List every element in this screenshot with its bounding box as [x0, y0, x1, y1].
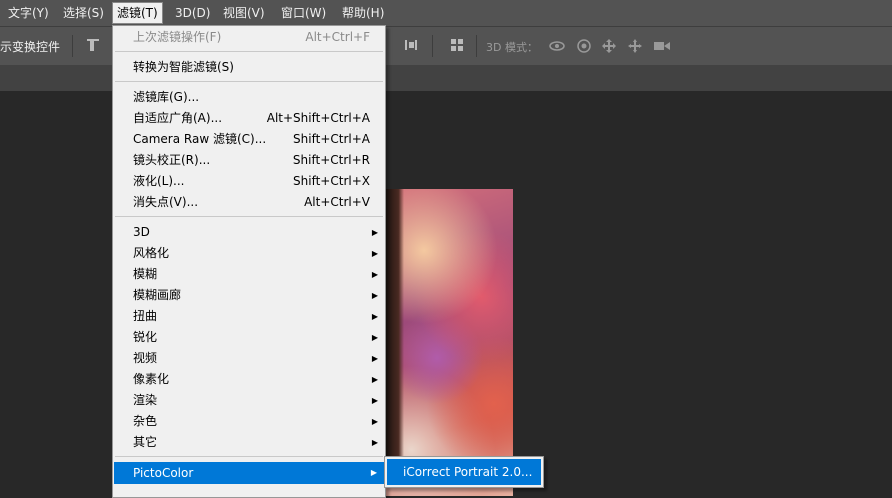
submenu-item-video[interactable]: 视频 ▶: [113, 348, 385, 369]
menu-item-shortcut: Alt+Ctrl+V: [304, 195, 370, 209]
pan-3d-icon[interactable]: [600, 37, 618, 55]
menu-item-last-filter[interactable]: 上次滤镜操作(F) Alt+Ctrl+F: [113, 27, 385, 48]
menu-item-label: 镜头校正(R)...: [133, 153, 211, 167]
submenu-item-stylize[interactable]: 风格化 ▶: [113, 243, 385, 264]
show-transform-controls-label[interactable]: 示变换控件: [0, 38, 60, 55]
submenu-item-3d[interactable]: 3D ▶: [113, 222, 385, 243]
menu-item-shortcut: Shift+Ctrl+X: [293, 174, 370, 188]
submenu-item-other[interactable]: 其它 ▶: [113, 432, 385, 453]
slide-3d-icon[interactable]: [626, 37, 644, 55]
menu-item-label: 视频: [133, 351, 158, 365]
menu-item-label: 3D: [133, 225, 150, 239]
menu-item-icorrect-portrait[interactable]: iCorrect Portrait 2.0...: [387, 459, 541, 485]
menu-bar: 文字(Y) 选择(S) 滤镜(T) 3D(D) 视图(V) 窗口(W) 帮助(H…: [0, 0, 892, 26]
submenu-item-pictocolor[interactable]: PictoColor ▶: [114, 462, 384, 484]
menu-item-label: 像素化: [133, 372, 170, 386]
menu-item-shortcut: Shift+Ctrl+A: [293, 132, 370, 146]
menu-item-shortcut: Alt+Ctrl+F: [305, 30, 370, 44]
menu-item-label: 消失点(V)...: [133, 195, 199, 209]
submenu-arrow-icon: ▶: [371, 249, 378, 258]
menu-item-label: 上次滤镜操作(F): [133, 30, 222, 44]
submenu-arrow-icon: ▶: [371, 333, 378, 342]
pictocolor-submenu: iCorrect Portrait 2.0...: [384, 456, 544, 488]
menu-item-shortcut: Alt+Shift+Ctrl+A: [266, 111, 370, 125]
menu-item-label: 液化(L)...: [133, 174, 185, 188]
options-divider: [476, 35, 477, 57]
submenu-arrow-icon: ▶: [371, 417, 378, 426]
menu-item-label: 模糊: [133, 267, 158, 281]
submenu-arrow-icon: ▶: [371, 438, 378, 447]
menu-item-label: 自适应广角(A)...: [133, 111, 223, 125]
menu-separator: [115, 81, 383, 82]
submenu-arrow-icon: ▶: [371, 396, 378, 405]
menu-type[interactable]: 文字(Y): [4, 3, 53, 23]
menu-separator: [115, 216, 383, 217]
submenu-arrow-icon: ▶: [371, 228, 378, 237]
submenu-item-noise[interactable]: 杂色 ▶: [113, 411, 385, 432]
auto-align-icon[interactable]: [448, 37, 466, 55]
menu-item-label: 其它: [133, 435, 158, 449]
menu-item-label: 风格化: [133, 246, 170, 260]
menu-item-lens-correction[interactable]: 镜头校正(R)... Shift+Ctrl+R: [113, 150, 385, 171]
menu-item-label: Camera Raw 滤镜(C)...: [133, 132, 267, 146]
menu-item-filter-gallery[interactable]: 滤镜库(G)...: [113, 87, 385, 108]
menu-item-label: 杂色: [133, 414, 158, 428]
menu-item-shortcut: Shift+Ctrl+R: [292, 153, 370, 167]
menu-item-label: 渲染: [133, 393, 158, 407]
submenu-item-render[interactable]: 渲染 ▶: [113, 390, 385, 411]
menu-item-label: 滤镜库(G)...: [133, 90, 200, 104]
menu-item-label: PictoColor: [133, 466, 194, 480]
menu-item-label: 转换为智能滤镜(S): [133, 60, 234, 74]
document-image[interactable]: [386, 189, 513, 496]
menu-view[interactable]: 视图(V): [219, 3, 269, 23]
submenu-item-pixelate[interactable]: 像素化 ▶: [113, 369, 385, 390]
menu-3d[interactable]: 3D(D): [171, 3, 214, 23]
submenu-arrow-icon: ▶: [371, 291, 378, 300]
submenu-arrow-icon: ▶: [371, 354, 378, 363]
document-image-edge: [386, 189, 404, 459]
3d-mode-label: 3D 模式：: [486, 41, 538, 54]
submenu-arrow-icon: ▶: [371, 312, 378, 321]
roll-3d-icon[interactable]: [575, 37, 593, 55]
menu-item-convert-smart-filter[interactable]: 转换为智能滤镜(S): [113, 57, 385, 78]
menu-window[interactable]: 窗口(W): [277, 3, 330, 23]
menu-item-label: 锐化: [133, 330, 158, 344]
menu-separator: [115, 456, 383, 457]
menu-item-label: 扭曲: [133, 309, 158, 323]
submenu-item-distort[interactable]: 扭曲 ▶: [113, 306, 385, 327]
align-top-icon[interactable]: [84, 37, 102, 55]
submenu-item-sharpen[interactable]: 锐化 ▶: [113, 327, 385, 348]
menu-filter[interactable]: 滤镜(T): [112, 2, 163, 24]
submenu-item-blur[interactable]: 模糊 ▶: [113, 264, 385, 285]
submenu-arrow-icon: ▶: [371, 375, 378, 384]
scale-3d-icon[interactable]: [652, 37, 670, 55]
menu-separator: [115, 51, 383, 52]
options-divider: [72, 35, 73, 57]
orbit-3d-icon[interactable]: [548, 37, 566, 55]
submenu-arrow-icon: ▶: [371, 270, 378, 279]
menu-help[interactable]: 帮助(H): [338, 3, 388, 23]
menu-item-camera-raw[interactable]: Camera Raw 滤镜(C)... Shift+Ctrl+A: [113, 129, 385, 150]
submenu-arrow-icon: ▶: [370, 468, 377, 477]
menu-select[interactable]: 选择(S): [59, 3, 108, 23]
distribute-icon[interactable]: [402, 37, 420, 55]
menu-item-label: 模糊画廊: [133, 288, 182, 302]
filter-menu: 上次滤镜操作(F) Alt+Ctrl+F 转换为智能滤镜(S) 滤镜库(G)..…: [112, 25, 386, 498]
options-divider: [432, 35, 433, 57]
submenu-item-blur-gallery[interactable]: 模糊画廊 ▶: [113, 285, 385, 306]
menu-item-vanishing-point[interactable]: 消失点(V)... Alt+Ctrl+V: [113, 192, 385, 213]
menu-item-label: iCorrect Portrait 2.0...: [403, 465, 533, 479]
menu-item-adaptive-wide-angle[interactable]: 自适应广角(A)... Alt+Shift+Ctrl+A: [113, 108, 385, 129]
menu-item-liquify[interactable]: 液化(L)... Shift+Ctrl+X: [113, 171, 385, 192]
